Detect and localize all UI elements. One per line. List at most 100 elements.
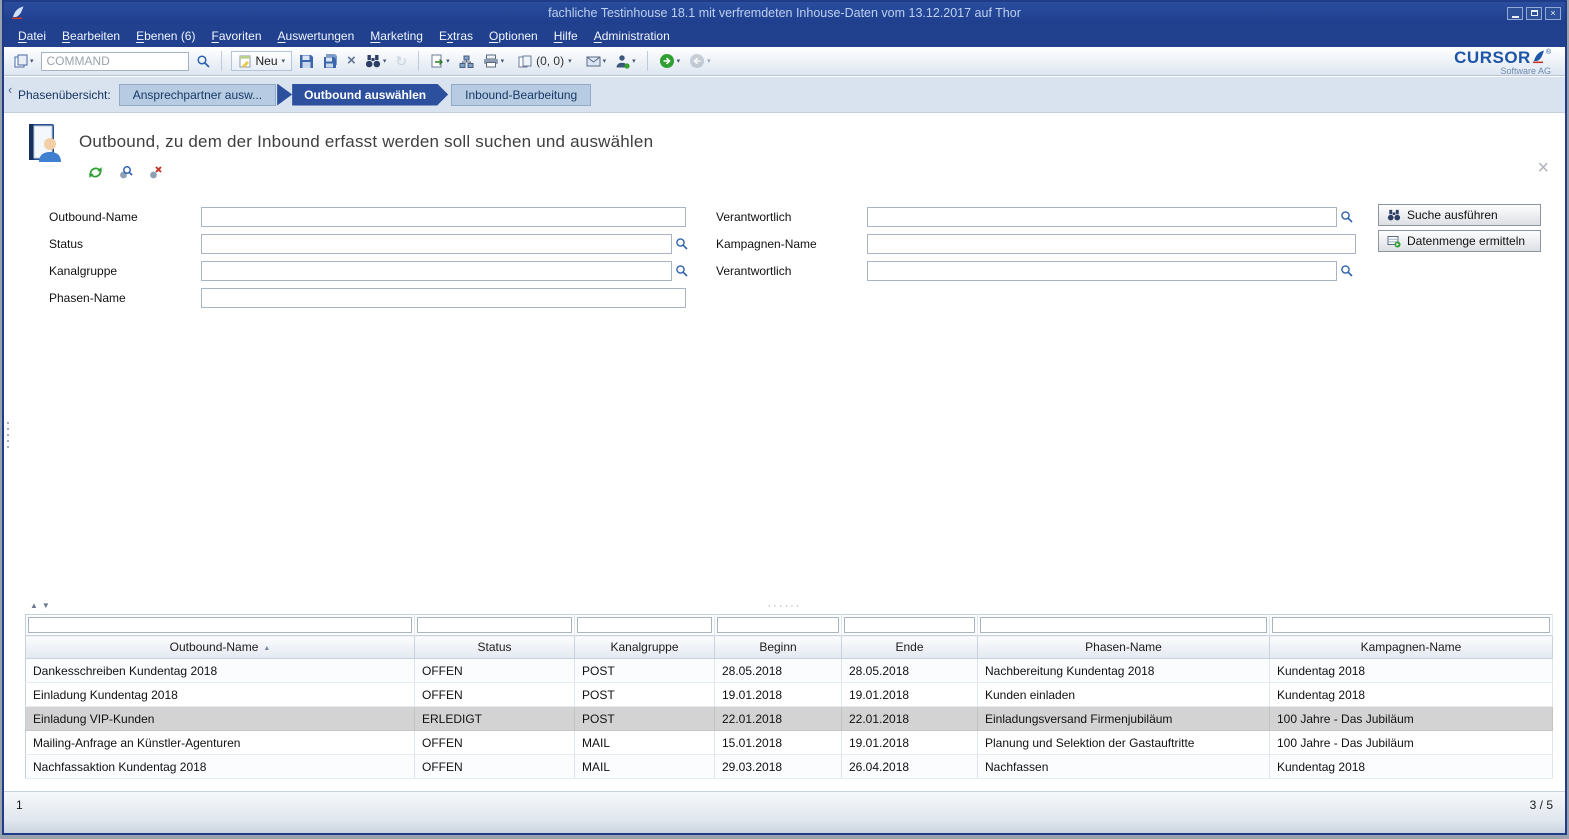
suche-ausfuehren-button[interactable]: Suche ausführen [1378, 204, 1541, 226]
find-button[interactable]: ▾ [363, 52, 389, 70]
collapse-panel-icon[interactable]: ‹ [8, 82, 12, 97]
table-cell: Einladung Kundentag 2018 [26, 683, 415, 707]
field-label: Phasen-Name [49, 291, 201, 305]
table-cell: Kundentag 2018 [1270, 755, 1553, 779]
close-panel-icon[interactable]: × [1537, 160, 1549, 176]
table-cell: POST [575, 707, 715, 731]
filter-input-beginn[interactable] [717, 617, 839, 633]
menu-item-auswertungen[interactable]: Auswertungen [270, 26, 363, 46]
table-row[interactable]: Nachfassaktion Kundentag 2018OFFENMAIL29… [26, 755, 1553, 779]
column-header-ende[interactable]: Ende [842, 636, 978, 659]
status-row-indicator: 3 / 5 [1530, 798, 1553, 812]
menu-item-bearbeiten[interactable]: Bearbeiten [54, 26, 128, 46]
splitter-grip[interactable]: ······ [4, 600, 1565, 612]
field-input-verantwortlich[interactable] [867, 261, 1337, 281]
field-input-phasen-name[interactable] [201, 288, 686, 308]
column-header-beginn[interactable]: Beginn [715, 636, 842, 659]
report-icon [430, 54, 444, 68]
filter-input-status[interactable] [417, 617, 572, 633]
filter-input-phasen-name[interactable] [980, 617, 1267, 633]
nav-forward-button[interactable]: ▾ [687, 51, 713, 71]
phase-tab-inbound-bearbeitung[interactable]: Inbound-Bearbeitung [451, 84, 591, 106]
column-header-kampagnen-name[interactable]: Kampagnen-Name [1270, 636, 1553, 659]
open-records-button[interactable]: (0, 0) ▾ [511, 51, 579, 71]
menu-item-marketing[interactable]: Marketing [362, 26, 431, 46]
toolbar-separator [418, 51, 419, 71]
workflow-button[interactable] [457, 53, 476, 70]
phasebar-label: Phasenübersicht: [18, 88, 111, 102]
table-cell: 100 Jahre - Das Jubiläum [1270, 731, 1553, 755]
menu-item-ebenen-6[interactable]: Ebenen (6) [128, 26, 203, 46]
print-button[interactable]: ▾ [481, 52, 507, 70]
chevron-down-icon: ▾ [632, 57, 636, 65]
splitter-handle-left[interactable] [7, 422, 9, 448]
user-button[interactable]: ▾ [613, 52, 638, 71]
command-search-button[interactable] [194, 52, 212, 70]
menu-item-favoriten[interactable]: Favoriten [203, 26, 269, 46]
datenmenge-ermitteln-button[interactable]: Datenmenge ermitteln [1378, 230, 1541, 252]
lookup-search-icon[interactable] [675, 264, 688, 277]
menu-item-optionen[interactable]: Optionen [481, 26, 546, 46]
menu-item-hilfe[interactable]: Hilfe [546, 26, 586, 46]
refresh-button[interactable]: ↻ [393, 52, 409, 70]
lookup-search-icon[interactable] [1340, 264, 1353, 277]
table-row[interactable]: Dankesschreiben Kundentag 2018OFFENPOST2… [26, 659, 1553, 683]
splitter[interactable]: ▲▼ ······ [4, 600, 1565, 614]
field-input-outbound-name[interactable] [201, 207, 686, 227]
search-gear-icon[interactable] [118, 165, 133, 180]
minimize-button[interactable] [1507, 7, 1523, 20]
logo-brand-text: CURSOR [1454, 49, 1531, 66]
lookup-search-icon[interactable] [1340, 210, 1353, 223]
outbound-page-icon [26, 122, 62, 167]
column-header-status[interactable]: Status [415, 636, 575, 659]
delete-button[interactable]: × [345, 52, 358, 70]
table-row[interactable]: Einladung Kundentag 2018OFFENPOST19.01.2… [26, 683, 1553, 707]
suche-ausfuehren-label: Suche ausführen [1407, 208, 1498, 222]
remove-gear-icon[interactable] [148, 165, 163, 180]
table-cell: 22.01.2018 [842, 707, 978, 731]
filter-input-kampagnen-name[interactable] [1272, 617, 1550, 633]
filter-input-outbound-name[interactable] [28, 617, 412, 633]
menu-bar: DateiBearbeitenEbenen (6)FavoritenAuswer… [4, 24, 1565, 47]
field-input-kanalgruppe[interactable] [201, 261, 672, 281]
field-input-kampagnen-name[interactable] [867, 234, 1356, 254]
filter-cell [715, 615, 842, 636]
save-button[interactable] [297, 52, 316, 71]
field-row-kampagnen-name: Kampagnen-Name [716, 230, 1356, 257]
toolbar-separator [647, 51, 648, 71]
field-input-verantwortlich[interactable] [867, 207, 1337, 227]
menu-item-datei[interactable]: Datei [10, 26, 54, 46]
send-button[interactable]: ▾ [584, 53, 609, 70]
status-page-indicator: 1 [16, 798, 23, 812]
toolbar-separator [221, 51, 222, 71]
column-header-outbound-name[interactable]: Outbound-Name▲ [26, 636, 415, 659]
table-cell: Nachbereitung Kundentag 2018 [978, 659, 1270, 683]
neu-button[interactable]: Neu ▾ [231, 51, 293, 71]
column-header-phasen-name[interactable]: Phasen-Name [978, 636, 1270, 659]
filter-input-kanalgruppe[interactable] [577, 617, 712, 633]
filter-input-ende[interactable] [844, 617, 975, 633]
menu-item-extras[interactable]: Extras [431, 26, 481, 46]
reload-icon[interactable] [88, 165, 103, 180]
phase-tab-ansprechpartner-ausw[interactable]: Ansprechpartner ausw... [119, 84, 276, 106]
nav-back-button[interactable]: ▾ [657, 51, 683, 71]
window-list-button[interactable]: ▾ [12, 52, 36, 70]
column-header-kanalgruppe[interactable]: Kanalgruppe [575, 636, 715, 659]
table-cell: OFFEN [415, 731, 575, 755]
chevron-down-icon: ▾ [568, 57, 572, 65]
table-row[interactable]: Einladung VIP-KundenERLEDIGTPOST22.01.20… [26, 707, 1553, 731]
table-cell: POST [575, 659, 715, 683]
maximize-button[interactable] [1526, 7, 1542, 20]
table-row[interactable]: Mailing-Anfrage an Künstler-AgenturenOFF… [26, 731, 1553, 755]
filter-cell [842, 615, 978, 636]
gray-arrow-icon [689, 53, 705, 69]
close-button[interactable]: × [1545, 7, 1561, 20]
phase-tab-outbound-auswaehlen[interactable]: Outbound auswählen [292, 84, 448, 106]
export-report-button[interactable]: ▾ [428, 52, 452, 70]
lookup-search-icon[interactable] [675, 237, 688, 250]
menu-item-administration[interactable]: Administration [586, 26, 678, 46]
field-input-status[interactable] [201, 234, 672, 254]
cursor-logo: CURSOR ® Software AG [1454, 49, 1551, 76]
save-all-button[interactable] [321, 52, 340, 71]
command-input[interactable] [41, 52, 189, 71]
